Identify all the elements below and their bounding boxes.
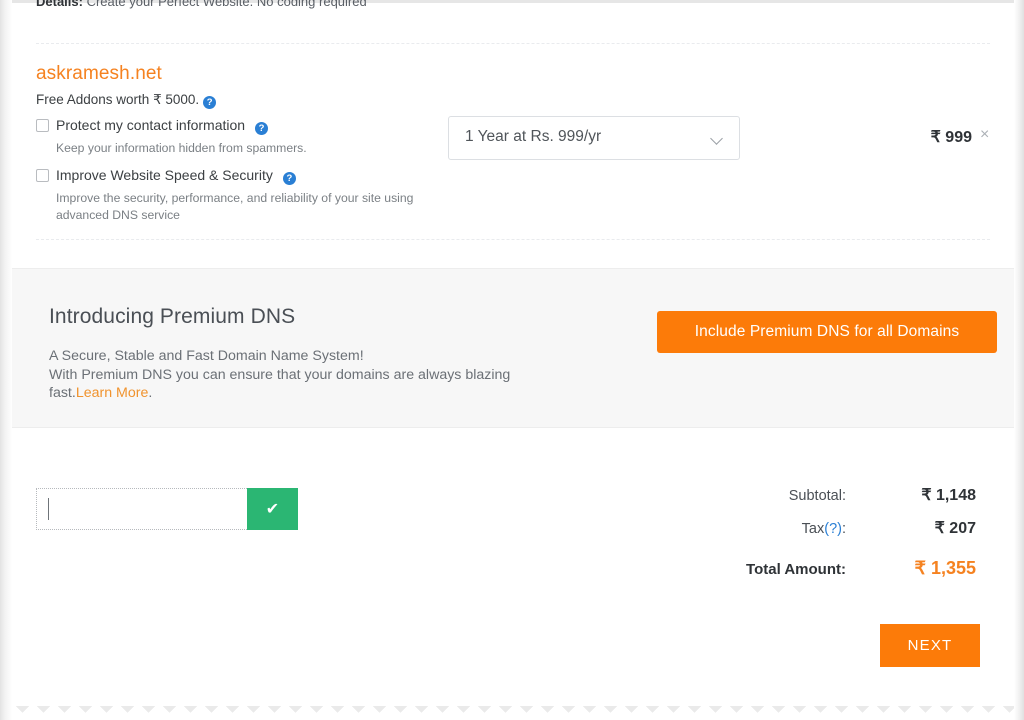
apply-coupon-button[interactable]: ✔ xyxy=(247,488,298,530)
line-item-price: ₹ 999 xyxy=(930,129,972,146)
close-icon[interactable]: × xyxy=(980,127,989,143)
tax-label-end: : xyxy=(841,521,846,537)
divider-top xyxy=(36,43,990,44)
next-button[interactable]: NEXT xyxy=(880,624,980,667)
tax-label-text: Tax xyxy=(801,521,825,537)
term-select-value: 1 Year at Rs. 999/yr xyxy=(465,128,602,145)
addon-label[interactable]: Improve Website Speed & Security xyxy=(56,167,273,183)
coupon-area: ✔ xyxy=(36,488,298,530)
term-select[interactable]: 1 Year at Rs. 999/yr xyxy=(448,116,740,160)
learn-more-link[interactable]: Learn More xyxy=(76,385,149,401)
addon-row: Improve Website Speed & Security? xyxy=(36,167,456,185)
premium-dns-line1: A Secure, Stable and Fast Domain Name Sy… xyxy=(49,348,364,364)
addon-description: Keep your information hidden from spamme… xyxy=(56,141,307,155)
premium-dns-title: Introducing Premium DNS xyxy=(49,305,296,328)
help-icon[interactable]: ? xyxy=(255,122,269,135)
addon-protect-contact: Protect my contact information? Keep you… xyxy=(36,117,307,157)
help-icon[interactable]: ? xyxy=(203,96,217,109)
tax-help-link[interactable]: (?) xyxy=(824,521,842,537)
addon-checkbox[interactable] xyxy=(36,119,49,132)
tax-amount: ₹ 207 xyxy=(934,520,976,537)
divider-below-item xyxy=(36,239,990,240)
addon-improve-speed-security: Improve Website Speed & Security? Improv… xyxy=(36,167,456,225)
free-addons-text: Free Addons worth ₹ 5000. xyxy=(36,92,200,107)
tax-label: Tax(?): xyxy=(664,521,864,537)
total-amount-value: ₹ 1,355 xyxy=(914,558,977,578)
chevron-down-icon xyxy=(712,134,723,145)
clipped-details-notice: Details: Create your Perfect Website. No… xyxy=(36,0,367,9)
order-totals: Subtotal: ₹ 1,148 Tax(?): ₹ 207 Total Am… xyxy=(646,485,976,591)
premium-dns-line-end: . xyxy=(148,385,153,402)
checkout-page: Details: Create your Perfect Website. No… xyxy=(0,0,1024,720)
addon-checkbox[interactable] xyxy=(36,169,49,182)
free-addons-note: Free Addons worth ₹ 5000.? xyxy=(36,92,217,109)
page-left-edge xyxy=(0,0,12,720)
cart-line-item: askramesh.net Free Addons worth ₹ 5000.?… xyxy=(12,55,1014,230)
receipt-sawtooth-edge xyxy=(12,706,1014,720)
tax-row: Tax(?): ₹ 207 xyxy=(646,518,976,551)
addon-row: Protect my contact information? xyxy=(36,117,307,135)
addon-label[interactable]: Protect my contact information xyxy=(56,117,245,133)
subtotal-amount: ₹ 1,148 xyxy=(921,487,976,504)
clipped-details-label: Details: xyxy=(36,0,83,9)
page-right-edge xyxy=(1014,0,1024,720)
premium-dns-banner: Introducing Premium DNS A Secure, Stable… xyxy=(12,268,1014,428)
cart-content: Details: Create your Perfect Website. No… xyxy=(12,0,1014,706)
coupon-input[interactable] xyxy=(36,488,247,530)
clipped-details-text: Create your Perfect Website. No coding r… xyxy=(82,0,367,9)
help-icon[interactable]: ? xyxy=(282,172,296,185)
premium-dns-body: A Secure, Stable and Fast Domain Name Sy… xyxy=(49,347,569,403)
total-amount-row: Total Amount: ₹ 1,355 xyxy=(646,558,976,591)
domain-name[interactable]: askramesh.net xyxy=(36,63,162,85)
total-amount-label: Total Amount: xyxy=(746,561,846,578)
subtotal-label: Subtotal: xyxy=(788,488,846,504)
addon-description: Improve the security, performance, and r… xyxy=(56,191,414,223)
subtotal-row: Subtotal: ₹ 1,148 xyxy=(646,485,976,518)
include-premium-dns-button[interactable]: Include Premium DNS for all Domains xyxy=(657,311,997,353)
